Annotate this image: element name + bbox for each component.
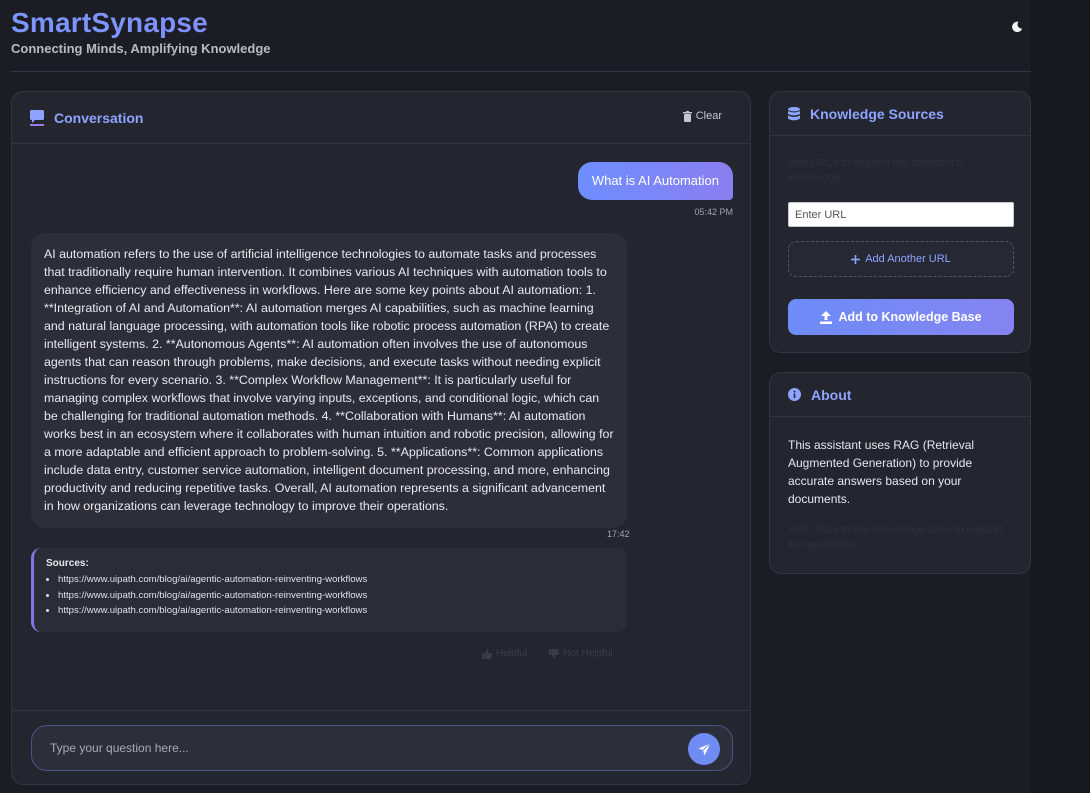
add-to-knowledge-base-button[interactable]: Add to Knowledge Base	[788, 299, 1014, 335]
upload-icon	[820, 310, 833, 324]
moon-icon	[1011, 21, 1023, 33]
about-description: This assistant uses RAG (Retrieval Augme…	[788, 438, 975, 506]
conversation-panel: Conversation Clear What is AI Automation…	[11, 91, 751, 785]
sources-list: https://www.uipath.com/blog/ai/agentic-a…	[46, 572, 615, 619]
theme-toggle-button[interactable]	[1006, 16, 1028, 38]
feedback-row: Helpful Not Helpful	[482, 648, 613, 659]
knowledge-sources-title: Knowledge Sources	[810, 105, 944, 122]
brand-tagline: Connecting Minds, Amplifying Knowledge	[11, 41, 271, 56]
about-header: About	[770, 373, 1030, 417]
url-input[interactable]	[788, 202, 1014, 227]
message-list[interactable]: What is AI Automation 05:42 PM AI automa…	[12, 144, 750, 710]
database-icon	[788, 106, 800, 121]
source-link[interactable]: https://www.uipath.com/blog/ai/agentic-a…	[58, 572, 615, 588]
user-message-time: 05:42 PM	[694, 207, 733, 217]
helpful-button[interactable]: Helpful	[482, 648, 527, 659]
brand-title: SmartSynapse	[11, 6, 1031, 40]
thumbs-up-icon	[482, 648, 492, 659]
knowledge-sources-panel: Knowledge Sources Add URLs to expand the…	[769, 91, 1031, 353]
about-title: About	[811, 386, 852, 403]
chat-icon	[30, 109, 44, 126]
clear-button[interactable]: Clear	[682, 110, 722, 122]
trash-icon	[682, 110, 692, 122]
knowledge-sources-header: Knowledge Sources	[770, 92, 1030, 136]
conversation-title: Conversation	[54, 109, 144, 126]
chat-input-area	[12, 710, 750, 784]
add-another-url-button[interactable]: Add Another URL	[788, 241, 1014, 277]
sources-title: Sources:	[46, 558, 89, 569]
not-helpful-button[interactable]: Not Helpful	[549, 648, 613, 659]
info-icon	[788, 388, 801, 401]
assistant-message-time: 17:42	[607, 529, 630, 539]
chat-input-container	[31, 725, 733, 771]
about-note: Add URLs to the knowledge base to expand…	[788, 524, 1003, 551]
helpful-label: Helpful	[496, 648, 528, 659]
add-to-knowledge-base-label: Add to Knowledge Base	[838, 310, 982, 324]
source-link[interactable]: https://www.uipath.com/blog/ai/agentic-a…	[58, 588, 615, 604]
question-input[interactable]	[50, 726, 670, 770]
sources-box: Sources: https://www.uipath.com/blog/ai/…	[31, 548, 627, 632]
send-button[interactable]	[688, 733, 720, 765]
add-another-url-label: Add Another URL	[865, 253, 951, 265]
paper-plane-icon	[698, 742, 711, 756]
conversation-header: Conversation Clear	[12, 92, 750, 144]
page-scrollbar-track	[1031, 0, 1090, 793]
knowledge-sources-description: Add URLs to expand the assistant's knowl…	[788, 157, 962, 184]
app-header: SmartSynapse Connecting Minds, Amplifyin…	[11, 6, 1031, 72]
assistant-message: AI automation refers to the use of artif…	[31, 233, 627, 528]
source-link[interactable]: https://www.uipath.com/blog/ai/agentic-a…	[58, 603, 615, 619]
user-message: What is AI Automation	[577, 162, 733, 200]
about-panel: About This assistant uses RAG (Retrieval…	[769, 372, 1031, 574]
thumbs-down-icon	[549, 648, 560, 659]
plus-icon	[851, 254, 861, 264]
not-helpful-label: Not Helpful	[563, 648, 613, 659]
clear-label: Clear	[695, 110, 722, 122]
